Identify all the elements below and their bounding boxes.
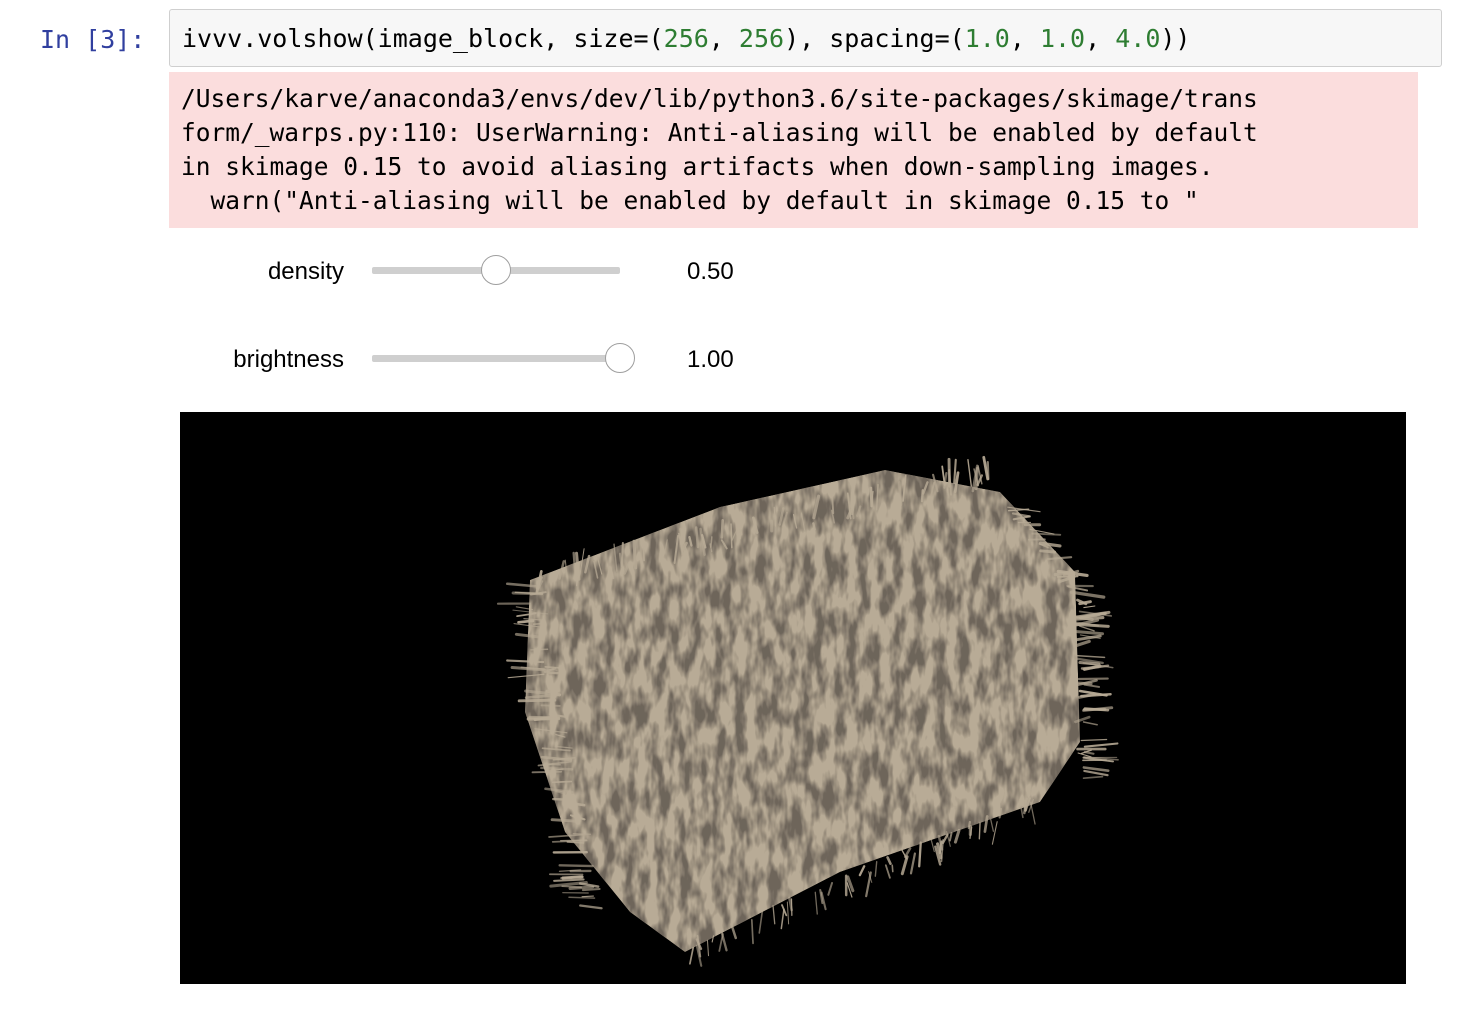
code-suffix: )) <box>1160 24 1191 53</box>
brightness-slider-track[interactable] <box>372 343 635 373</box>
stderr-line: /Users/karve/anaconda3/envs/dev/lib/pyth… <box>181 84 1258 113</box>
volume-render <box>496 455 1119 967</box>
code-number-spacing-z: 4.0 <box>1115 24 1161 53</box>
code-number-size-x: 256 <box>663 24 709 53</box>
code-separator: , <box>708 24 739 53</box>
code-number-size-y: 256 <box>738 24 785 53</box>
volume-viewer[interactable] <box>180 412 1406 984</box>
code-separator: , <box>1009 24 1040 53</box>
brightness-slider-handle[interactable] <box>605 343 635 373</box>
brightness-label: brightness <box>233 346 344 373</box>
density-slider-track[interactable] <box>372 255 620 285</box>
code-input[interactable]: ivvv.volshow(image_block, size=(256, 256… <box>169 9 1442 67</box>
code-number-spacing-x: 1.0 <box>964 24 1010 53</box>
stderr-line: warn("Anti-aliasing will be enabled by d… <box>181 186 1199 215</box>
code-prefix: ivvv.volshow(image_block, size=( <box>182 24 664 53</box>
code-separator: , <box>1085 24 1116 53</box>
density-slider-handle[interactable] <box>481 255 511 285</box>
stderr-line: form/_warps.py:110: UserWarning: Anti-al… <box>181 118 1258 147</box>
density-label: density <box>267 258 344 285</box>
cell-prompt: In [3]: <box>40 25 146 54</box>
brightness-widget: brightness 1.00 <box>180 338 800 378</box>
density-widget: density 0.50 <box>180 250 800 290</box>
density-readout[interactable]: 0.50 <box>687 258 734 286</box>
stderr-output: /Users/karve/anaconda3/envs/dev/lib/pyth… <box>169 72 1418 228</box>
brightness-readout[interactable]: 1.00 <box>687 346 734 374</box>
stderr-line: in skimage 0.15 to avoid aliasing artifa… <box>181 152 1214 181</box>
code-middle: ), spacing=( <box>784 24 965 53</box>
code-number-spacing-y: 1.0 <box>1039 24 1086 53</box>
